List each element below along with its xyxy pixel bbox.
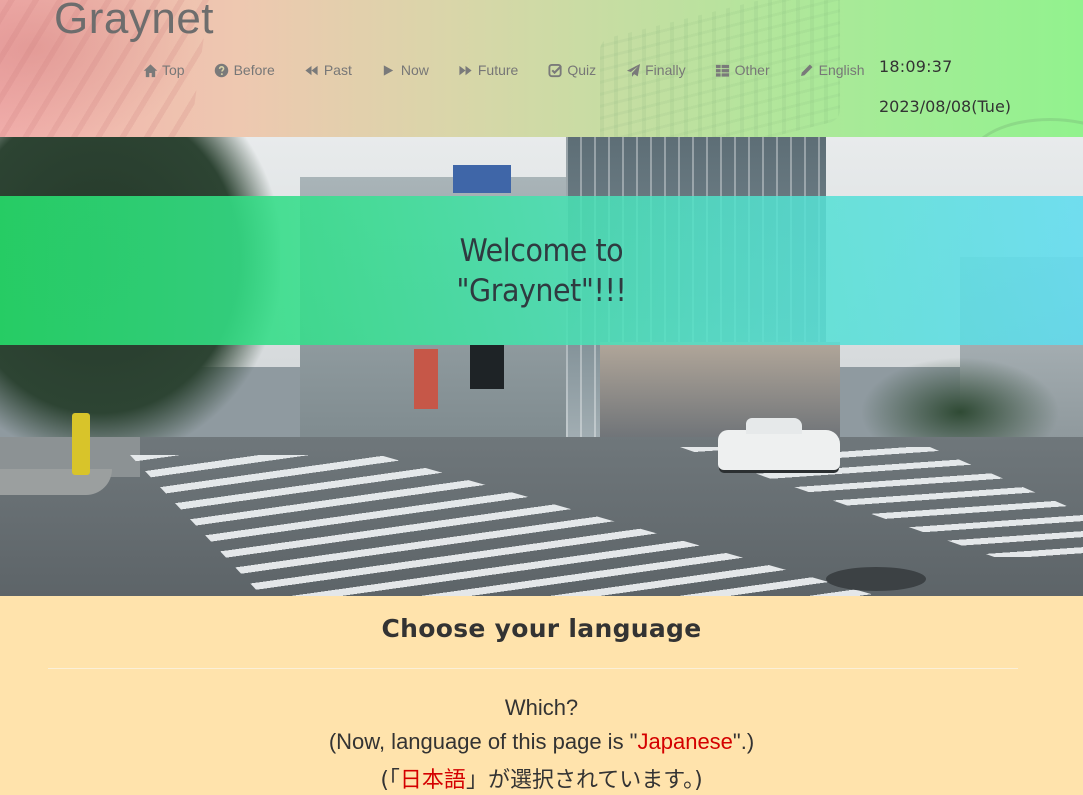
language-section: Choose your language Which? (Now, langua… bbox=[0, 596, 1083, 795]
current-language-value: Japanese bbox=[637, 729, 733, 754]
nav-item-before[interactable]: Before bbox=[214, 62, 275, 78]
hero-photo-sign bbox=[414, 349, 438, 409]
nav-item-label: Before bbox=[233, 62, 275, 78]
question-circle-icon bbox=[214, 62, 230, 78]
paper-plane-icon bbox=[625, 62, 641, 78]
nav-item-label: Quiz bbox=[567, 62, 597, 78]
nav-item-label: Top bbox=[162, 62, 185, 78]
current-language-ja-prefix: (「 bbox=[380, 768, 400, 793]
current-language-english: (Now, language of this page is "Japanese… bbox=[0, 729, 1083, 755]
current-language-ja-suffix: 」が選択されています。) bbox=[465, 768, 703, 793]
backward-icon bbox=[304, 62, 320, 78]
nav-item-english[interactable]: English bbox=[799, 62, 865, 78]
clock-date: 2023/08/08(Tue) bbox=[879, 97, 1012, 116]
site-title[interactable]: Graynet bbox=[54, 0, 214, 44]
welcome-line-1: Welcome to bbox=[459, 232, 624, 269]
play-icon bbox=[381, 62, 397, 78]
nav-item-label: English bbox=[818, 62, 865, 78]
nav-item-other[interactable]: Other bbox=[715, 62, 770, 78]
current-language-ja-value: 日本語 bbox=[399, 768, 466, 793]
header-background-arc bbox=[970, 118, 1083, 137]
current-language-suffix: ".) bbox=[732, 729, 755, 754]
hero-photo-post bbox=[72, 413, 90, 475]
nav-item-past[interactable]: Past bbox=[304, 62, 352, 78]
current-language-prefix: (Now, language of this page is " bbox=[328, 729, 638, 754]
hero-photo-sign bbox=[470, 345, 504, 389]
nav-item-now[interactable]: Now bbox=[381, 62, 429, 78]
welcome-line-2: "Graynet"!!! bbox=[456, 272, 627, 309]
hero-photo-manhole bbox=[826, 567, 926, 591]
divider bbox=[48, 668, 1018, 669]
nav-item-future[interactable]: Future bbox=[458, 62, 518, 78]
nav-item-finally[interactable]: Finally bbox=[625, 62, 686, 78]
clock-time: 18:09:37 bbox=[879, 57, 953, 76]
nav-item-label: Other bbox=[734, 62, 770, 78]
nav-item-label: Past bbox=[323, 62, 352, 78]
hero-photo-sign bbox=[453, 165, 511, 193]
home-icon bbox=[142, 62, 158, 78]
nav-item-top[interactable]: Top bbox=[142, 62, 185, 78]
nav-item-label: Now bbox=[400, 62, 429, 78]
welcome-banner: Welcome to "Graynet"!!! bbox=[0, 196, 1083, 345]
grid-icon bbox=[715, 62, 731, 78]
pencil-icon bbox=[799, 62, 815, 78]
check-square-icon bbox=[547, 62, 563, 78]
nav-item-label: Future bbox=[477, 62, 519, 78]
forward-icon bbox=[458, 62, 474, 78]
main-nav: Top Before Past Now Future Quiz Finally … bbox=[142, 62, 894, 78]
nav-item-quiz[interactable]: Quiz bbox=[547, 62, 596, 78]
hero-photo-storefront bbox=[600, 342, 840, 442]
nav-item-label: Finally bbox=[645, 62, 686, 78]
hero-photo-taxi bbox=[718, 418, 840, 470]
welcome-heading: Welcome to "Graynet"!!! bbox=[456, 231, 626, 311]
language-heading: Choose your language bbox=[381, 614, 702, 643]
hero-photo-curb bbox=[0, 469, 112, 495]
current-language-japanese: (「日本語」が選択されています。) bbox=[0, 762, 1083, 794]
language-question: Which? bbox=[504, 695, 579, 720]
site-header: Graynet Top Before Past Now Future Quiz … bbox=[0, 0, 1083, 137]
